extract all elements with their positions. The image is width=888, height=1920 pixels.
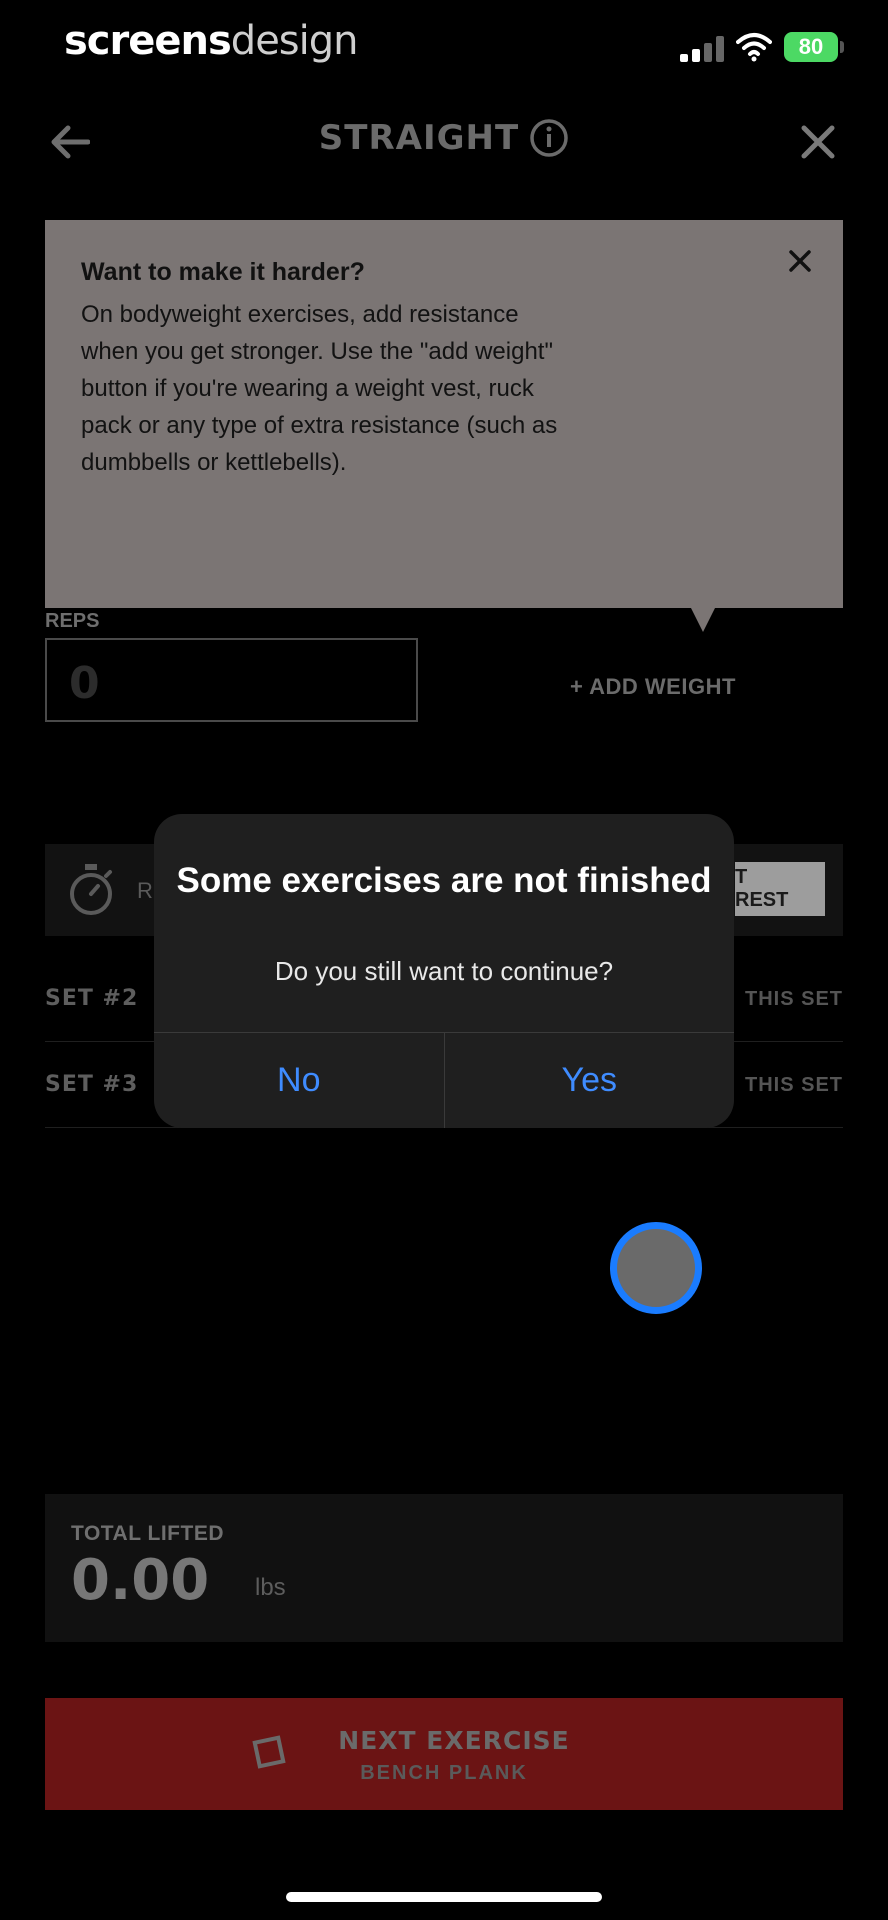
battery-level: 80 [798,34,824,59]
yes-button[interactable]: Yes [443,1033,735,1128]
tip-popover: Want to make it harder? On bodyweight ex… [45,220,843,632]
close-icon [801,125,835,159]
set-action-button[interactable]: THIS SET [745,1074,843,1097]
set-name: SET #2 [45,986,139,1011]
dialog-message: Do you still want to continue? [274,956,614,986]
total-lifted-unit: lbs [255,1574,286,1601]
brand-logo: screensdesign [64,18,358,64]
total-lifted-label: TOTAL LIFTED [71,1522,224,1545]
reps-input[interactable]: 0 [45,638,418,722]
brand-right: design [230,18,359,64]
close-icon [789,250,811,272]
tip-body: On bodyweight exercises, add resistance … [81,301,558,476]
home-indicator[interactable] [286,1892,602,1902]
dialog-title: Some exercises are not finished [176,861,712,900]
set-name: SET #3 [45,1072,139,1097]
next-exercise-name: BENCH PLANK [360,1762,528,1784]
start-rest-button[interactable]: T REST [735,862,825,916]
battery-icon: 80 [784,32,844,62]
set-action-button[interactable]: THIS SET [745,988,843,1011]
reps-label: REPS [45,610,100,632]
status-bar: screensdesign 80 [0,0,888,96]
tip-close-button[interactable] [785,246,815,276]
touch-indicator [610,1222,702,1314]
nav-title: STRAIGHT [0,118,888,158]
stopwatch-icon [70,864,112,915]
info-icon[interactable] [529,118,569,158]
total-lifted-value: 0.00 [71,1548,210,1613]
no-button[interactable]: No [154,1033,444,1128]
rest-label: R [137,878,153,903]
confirm-dialog: Some exercises are not finished Do you s… [154,814,734,1128]
wifi-icon [736,33,772,62]
tip-title: Want to make it harder? [81,258,365,286]
page-title: STRAIGHT [318,118,520,158]
add-weight-button[interactable]: + ADD WEIGHT [570,674,736,700]
cellular-signal-icon [680,36,724,62]
close-button[interactable] [792,116,844,168]
total-lifted-card: TOTAL LIFTED 0.00 lbs [45,1494,843,1642]
next-exercise-title: NEXT EXERCISE [338,1726,570,1755]
brand-left: screens [64,18,232,64]
reps-value: 0 [69,658,100,709]
next-exercise-button[interactable]: NEXT EXERCISE BENCH PLANK [45,1698,843,1810]
dialog-actions: No Yes [154,1032,734,1128]
